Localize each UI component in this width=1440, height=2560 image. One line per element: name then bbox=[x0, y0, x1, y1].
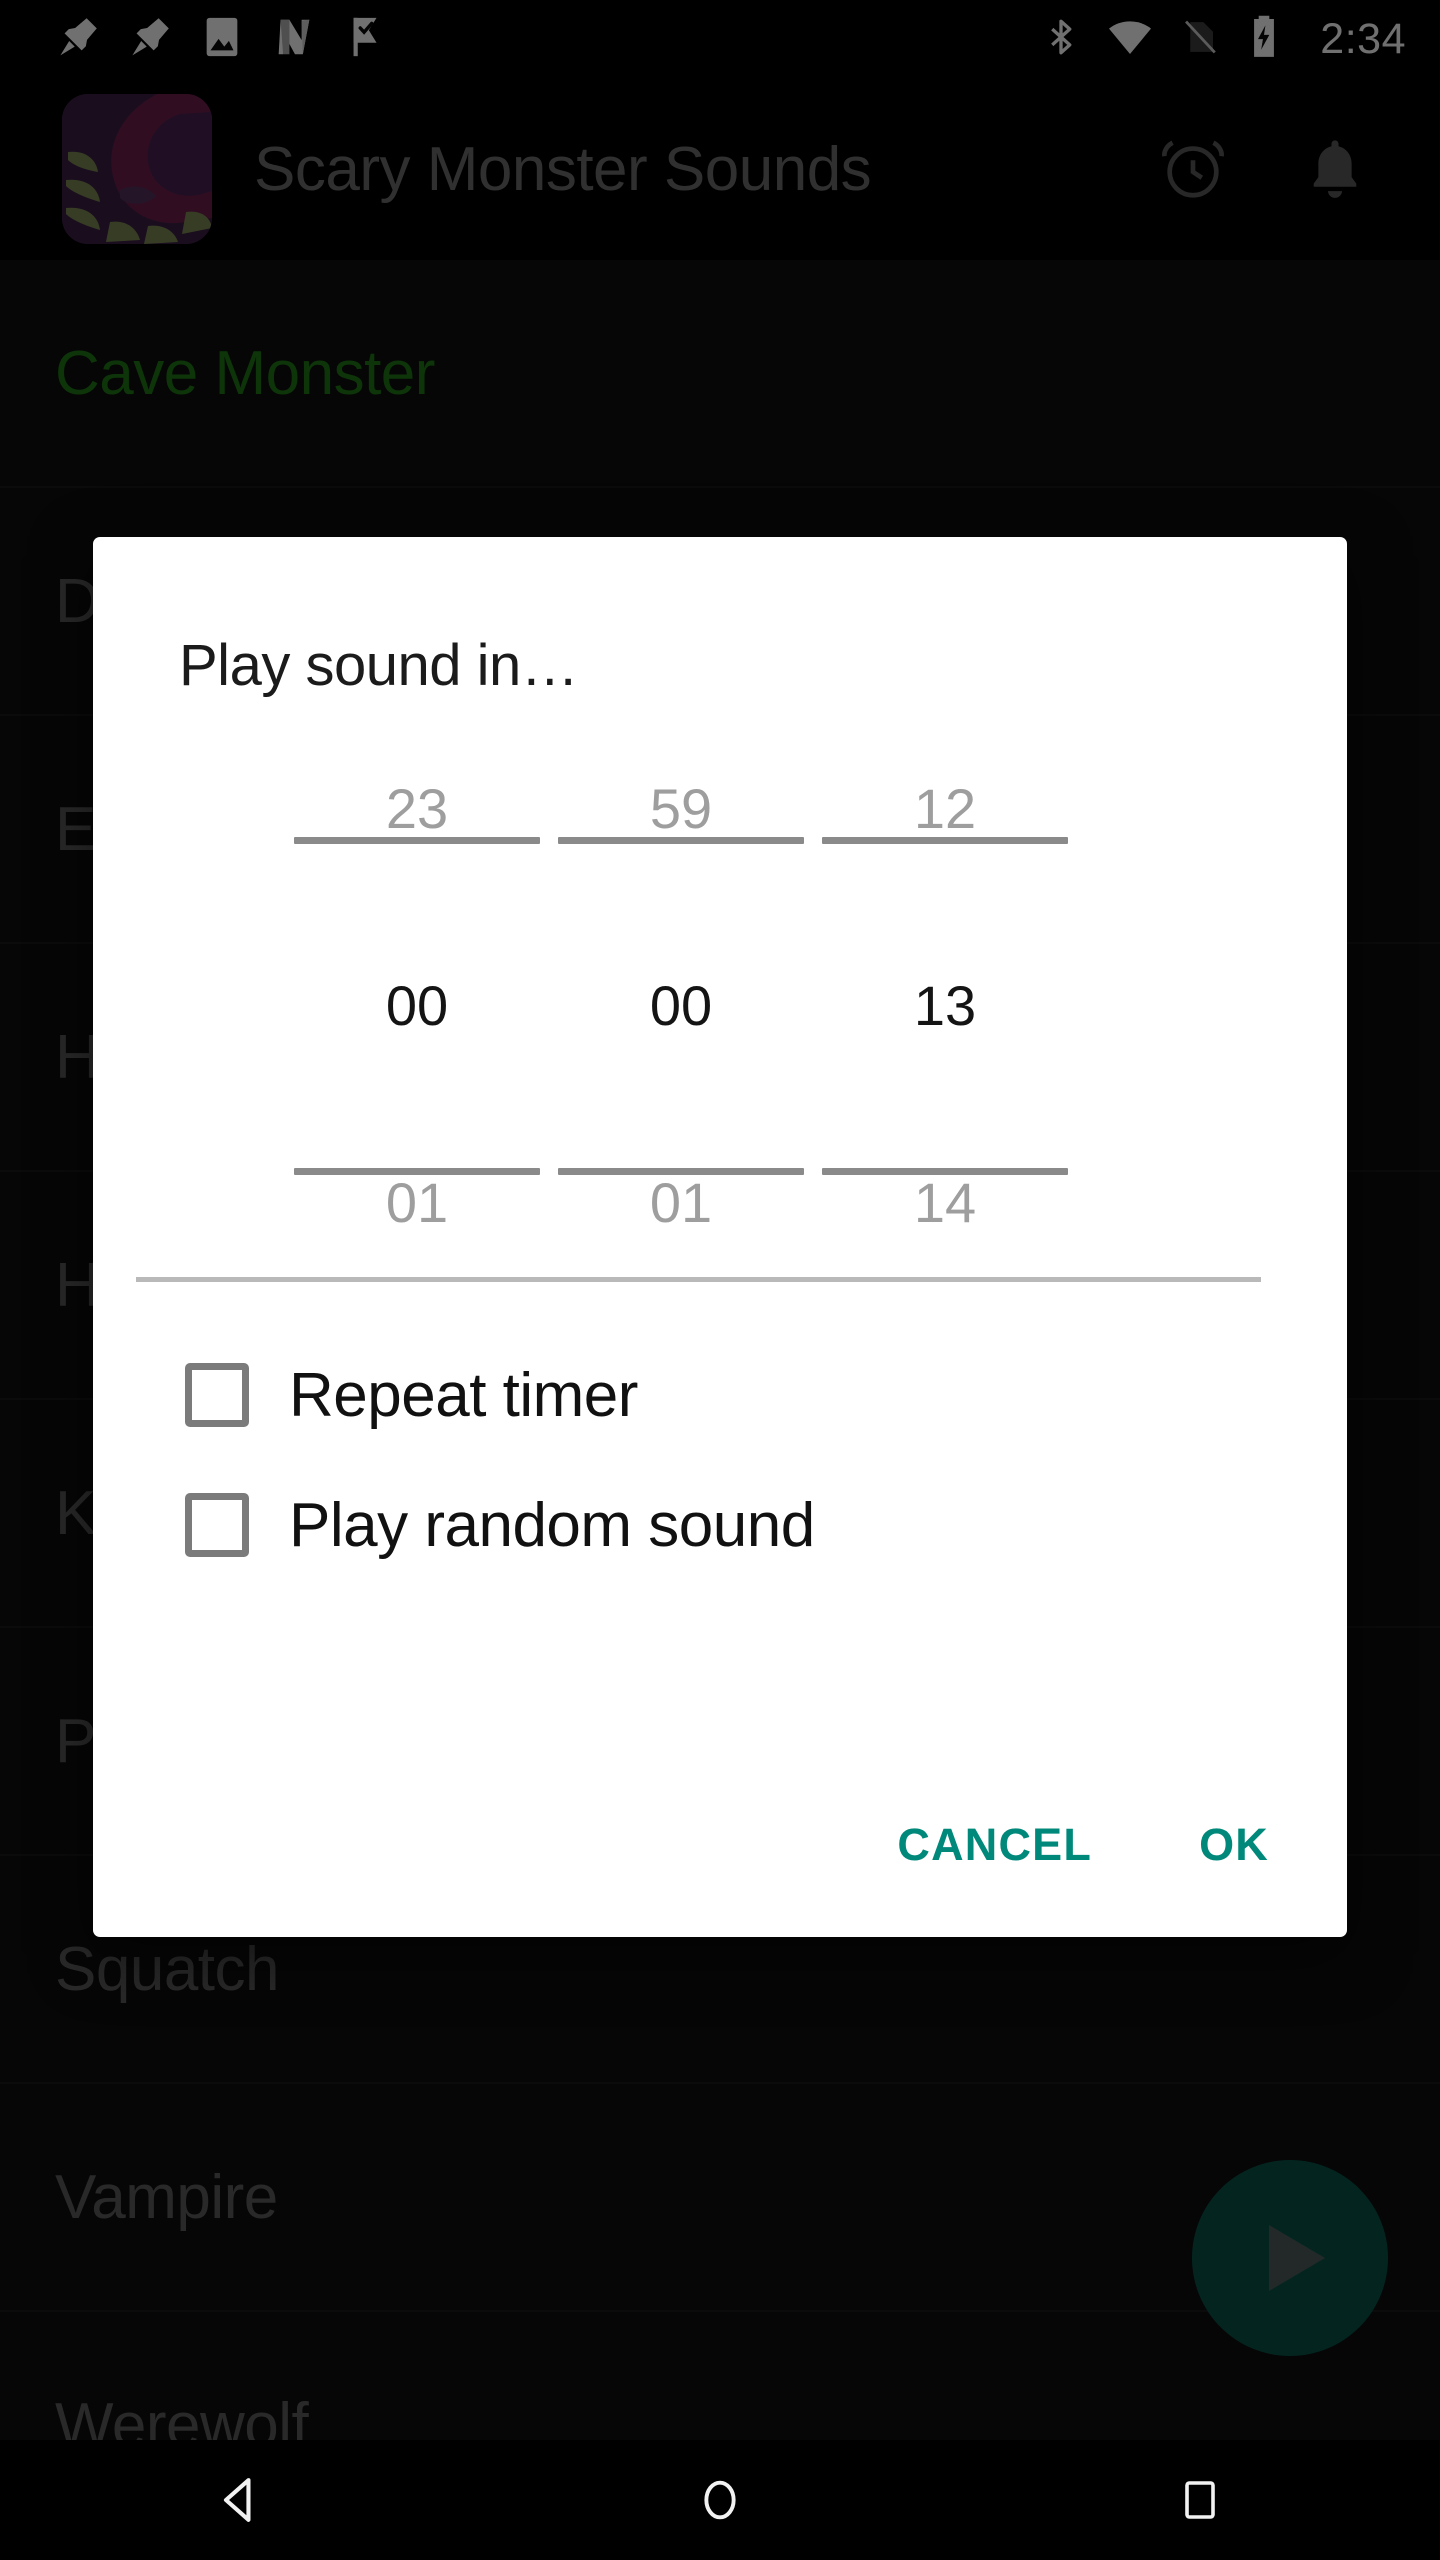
hours-picker-top-divider bbox=[294, 837, 540, 844]
minutes-picker-selected-cell[interactable]: 00 bbox=[650, 844, 712, 1168]
play-random-sound-label: Play random sound bbox=[289, 1490, 815, 1560]
minutes-picker[interactable]: 59 00 01 bbox=[549, 759, 813, 1249]
home-icon[interactable] bbox=[620, 2440, 820, 2560]
seconds-picker-value[interactable]: 13 bbox=[914, 978, 976, 1034]
hours-picker-selected-cell[interactable]: 00 bbox=[386, 844, 448, 1168]
dialog-options: Repeat timer Play random sound bbox=[93, 1282, 1347, 1590]
minutes-picker-top-divider bbox=[558, 837, 804, 844]
play-sound-timer-dialog: Play sound in… 23 00 01 59 00 01 12 13 1… bbox=[93, 537, 1347, 1937]
repeat-timer-row[interactable]: Repeat timer bbox=[185, 1330, 1347, 1460]
play-random-sound-row[interactable]: Play random sound bbox=[185, 1460, 1347, 1590]
back-icon[interactable] bbox=[140, 2440, 340, 2560]
phone-screen: Cave Monster D E H H K P Squatch Vampire… bbox=[0, 0, 1440, 2560]
minutes-picker-value[interactable]: 00 bbox=[650, 978, 712, 1034]
dialog-actions: CANCEL OK bbox=[93, 1809, 1347, 1937]
minutes-picker-next-value[interactable]: 01 bbox=[549, 1175, 813, 1249]
cancel-button[interactable]: CANCEL bbox=[891, 1809, 1098, 1881]
duration-picker-group: 23 00 01 59 00 01 12 13 14 bbox=[93, 759, 1347, 1259]
ok-button[interactable]: OK bbox=[1193, 1809, 1275, 1881]
hours-picker[interactable]: 23 00 01 bbox=[285, 759, 549, 1249]
seconds-picker[interactable]: 12 13 14 bbox=[813, 759, 1077, 1249]
hours-picker-value[interactable]: 00 bbox=[386, 978, 448, 1034]
system-navigation-bar bbox=[0, 2440, 1440, 2560]
recents-icon[interactable] bbox=[1100, 2440, 1300, 2560]
minutes-picker-prev-value[interactable]: 59 bbox=[549, 759, 813, 837]
dialog-title: Play sound in… bbox=[179, 633, 579, 698]
repeat-timer-checkbox[interactable] bbox=[185, 1363, 249, 1427]
hours-picker-next-value[interactable]: 01 bbox=[285, 1175, 549, 1249]
repeat-timer-label: Repeat timer bbox=[289, 1360, 638, 1430]
seconds-picker-next-value[interactable]: 14 bbox=[813, 1175, 1077, 1249]
seconds-picker-top-divider bbox=[822, 837, 1068, 844]
seconds-picker-prev-value[interactable]: 12 bbox=[813, 759, 1077, 837]
hours-picker-prev-value[interactable]: 23 bbox=[285, 759, 549, 837]
seconds-picker-selected-cell[interactable]: 13 bbox=[914, 844, 976, 1168]
play-random-sound-checkbox[interactable] bbox=[185, 1493, 249, 1557]
